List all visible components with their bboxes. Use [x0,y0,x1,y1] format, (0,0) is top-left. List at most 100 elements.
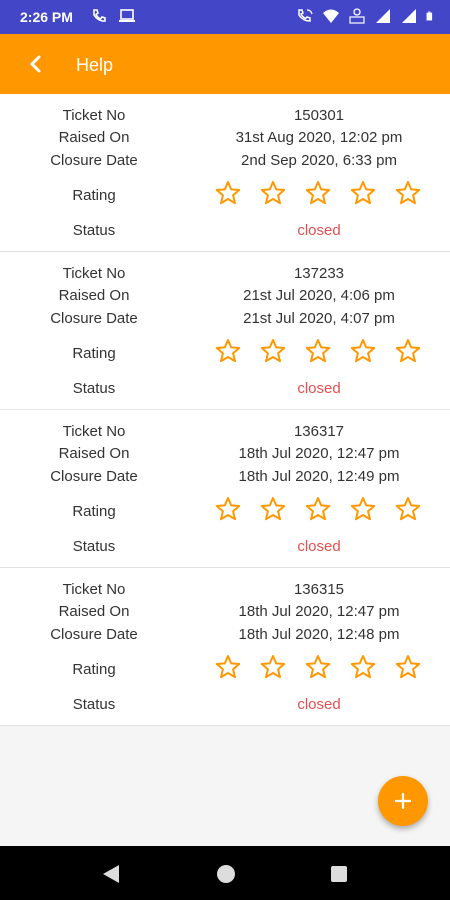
rating-stars[interactable] [215,496,421,522]
raised-on-row: Raised On 21st Jul 2020, 4:06 pm [0,287,450,309]
closure-date-value: 21st Jul 2020, 4:07 pm [243,310,395,327]
status-bar: 2:26 PM [0,0,450,34]
rating-stars[interactable] [215,654,421,680]
star-icon[interactable] [350,338,376,364]
rating-stars[interactable] [215,180,421,206]
ticket-list: Ticket No 150301 Raised On 31st Aug 2020, 1… [0,94,450,726]
status-label: Status [72,538,116,555]
ticket-card[interactable]: Ticket No 150301 Raised On 31st Aug 2020, 1… [0,94,450,252]
star-icon[interactable] [260,496,286,522]
star-icon[interactable] [350,654,376,680]
star-icon[interactable] [395,338,421,364]
status-time: 2:26 PM [20,9,73,25]
system-nav-bar [0,846,450,900]
signal-icon [376,9,390,23]
status-value: closed [297,696,341,713]
star-icon[interactable] [215,180,241,206]
ticket-card[interactable]: Ticket No 137233 Raised On 21st Jul 2020, 4… [0,252,450,410]
page-title: Help [76,55,114,75]
star-icon[interactable] [305,654,331,680]
ticket-no-row: Ticket No 137233 [0,265,450,287]
status-label: Status [72,380,116,397]
star-icon[interactable] [215,496,241,522]
home-circle-icon[interactable] [215,863,237,885]
raised-on-row: Raised On 18th Jul 2020, 12:47 pm [0,603,450,625]
star-icon[interactable] [305,180,331,206]
ticket-no-label: Ticket No [62,581,126,598]
closure-date-value: 2nd Sep 2020, 6:33 pm [241,152,397,169]
closure-date-label: Closure Date [50,468,138,485]
signal-icon [402,9,416,23]
back-triangle-icon[interactable] [100,863,122,885]
star-icon[interactable] [305,338,331,364]
ticket-no-row: Ticket No 136317 [0,423,450,445]
status-label: Status [72,222,116,239]
rating-label: Rating [72,503,116,520]
wifi-icon [323,9,339,23]
ticket-no-value: 150301 [293,107,345,124]
laptop-icon [119,9,135,22]
star-icon[interactable] [260,180,286,206]
closure-date-row: Closure Date 18th Jul 2020, 12:49 pm [0,468,450,490]
raised-on-value: 21st Jul 2020, 4:06 pm [243,287,395,304]
status-row: Status closed [0,696,450,718]
chevron-left-icon[interactable] [22,50,50,78]
rating-stars[interactable] [215,338,421,364]
star-icon[interactable] [395,180,421,206]
ticket-no-value: 136315 [293,581,345,598]
raised-on-value: 31st Aug 2020, 12:02 pm [235,129,403,146]
add-ticket-button[interactable] [378,776,428,826]
star-icon[interactable] [395,496,421,522]
raised-on-label: Raised On [58,287,130,304]
recents-square-icon[interactable] [328,863,350,885]
rating-label: Rating [72,187,116,204]
ticket-no-row: Ticket No 150301 [0,107,450,129]
ticket-no-label: Ticket No [62,107,126,124]
plus-icon [395,793,411,809]
closure-date-row: Closure Date 21st Jul 2020, 4:07 pm [0,310,450,332]
wifi-calling-icon [298,9,313,22]
star-icon[interactable] [215,654,241,680]
raised-on-label: Raised On [58,603,130,620]
volte-icon [349,8,365,24]
closure-date-label: Closure Date [50,626,138,643]
star-icon[interactable] [215,338,241,364]
battery-icon [426,11,433,21]
raised-on-value: 18th Jul 2020, 12:47 pm [238,445,400,462]
ticket-no-label: Ticket No [62,423,126,440]
status-row: Status closed [0,538,450,560]
closure-date-label: Closure Date [50,310,138,327]
status-value: closed [297,380,341,397]
ticket-no-label: Ticket No [62,265,126,282]
closure-date-row: Closure Date 18th Jul 2020, 12:48 pm [0,626,450,648]
status-row: Status closed [0,380,450,402]
star-icon[interactable] [350,180,376,206]
ticket-card[interactable]: Ticket No 136317 Raised On 18th Jul 2020, 1… [0,410,450,568]
app-bar: Help [0,34,450,94]
closure-date-row: Closure Date 2nd Sep 2020, 6:33 pm [0,152,450,174]
status-value: closed [297,538,341,555]
ticket-card[interactable]: Ticket No 136315 Raised On 18th Jul 2020, 1… [0,568,450,726]
ticket-no-row: Ticket No 136315 [0,581,450,603]
rating-label: Rating [72,345,116,362]
closure-date-value: 18th Jul 2020, 12:48 pm [238,626,400,643]
star-icon[interactable] [260,338,286,364]
star-icon[interactable] [260,654,286,680]
status-value: closed [297,222,341,239]
raised-on-label: Raised On [58,445,130,462]
star-icon[interactable] [350,496,376,522]
ticket-no-value: 136317 [293,423,345,440]
star-icon[interactable] [395,654,421,680]
closure-date-value: 18th Jul 2020, 12:49 pm [238,468,400,485]
rating-label: Rating [72,661,116,678]
raised-on-row: Raised On 18th Jul 2020, 12:47 pm [0,445,450,467]
raised-on-row: Raised On 31st Aug 2020, 12:02 pm [0,129,450,151]
phone-call-icon [93,9,106,22]
status-label: Status [72,696,116,713]
star-icon[interactable] [305,496,331,522]
ticket-no-value: 137233 [293,265,345,282]
raised-on-label: Raised On [58,129,130,146]
status-row: Status closed [0,222,450,244]
closure-date-label: Closure Date [50,152,138,169]
raised-on-value: 18th Jul 2020, 12:47 pm [238,603,400,620]
